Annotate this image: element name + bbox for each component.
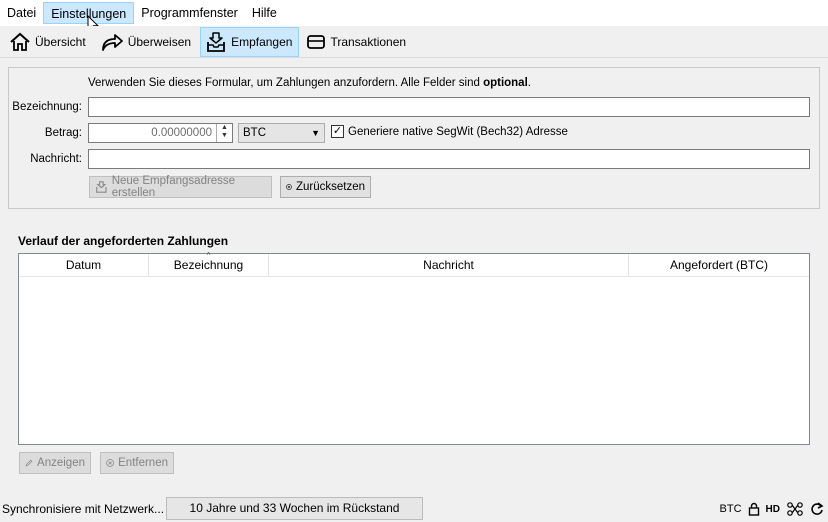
tab-send-label: Überweisen [127, 34, 192, 49]
label-field-label: Bezeichnung: [12, 101, 82, 113]
tab-overview-label: Übersicht [35, 34, 86, 49]
hd-indicator: HD [765, 503, 780, 515]
menu-datei[interactable]: Datei [0, 2, 43, 24]
unit-indicator[interactable]: BTC [720, 503, 742, 515]
form-hint: Verwenden Sie dieses Formular, um Zahlun… [88, 77, 531, 89]
tab-send[interactable]: Überweisen [95, 27, 198, 57]
reset-button[interactable]: Zurücksetzen [280, 176, 371, 198]
status-icons: BTC HD [720, 501, 824, 517]
card-icon [307, 34, 326, 49]
menu-hilfe[interactable]: Hilfe [245, 2, 284, 24]
tab-receive[interactable]: Empfangen [200, 26, 300, 57]
sync-status: Synchronisiere mit Netzwerk... [2, 502, 165, 516]
column-header-amount[interactable]: Angefordert (BTC) [629, 254, 809, 277]
tab-receive-label: Empfangen [231, 34, 293, 49]
send-arrow-icon [101, 33, 123, 51]
sync-icon [811, 502, 824, 515]
segwit-label: Generiere native SegWit (Bech32) Adresse [348, 125, 568, 138]
history-table[interactable]: Datum ^ Bezeichnung Nachricht Angeforder… [18, 251, 810, 445]
tab-transactions[interactable]: Transaktionen [301, 27, 413, 57]
inbox-download-icon [207, 31, 225, 52]
tab-transactions-label: Transaktionen [330, 34, 407, 49]
show-button-label: Anzeigen [37, 457, 85, 469]
inbox-download-icon [96, 181, 107, 193]
pencil-icon [25, 459, 33, 467]
remove-button[interactable]: Entfernen [100, 452, 174, 474]
new-address-button-label: Neue Empfangsadresse erstellen [111, 175, 236, 199]
show-button[interactable]: Anzeigen [19, 452, 91, 474]
message-label: Nachricht: [30, 153, 82, 165]
new-address-button[interactable]: Neue Empfangsadresse erstellen [89, 175, 272, 199]
reset-button-label: Zurücksetzen [295, 181, 365, 193]
amount-value: 0.00000000 [151, 127, 212, 139]
request-form: Verwenden Sie dieses Formular, um Zahlun… [8, 67, 820, 209]
amount-stepper[interactable]: ▲ ▼ [216, 124, 232, 142]
x-circle-icon [106, 459, 114, 467]
remove-button-label: Entfernen [118, 457, 168, 469]
table-header: Datum ^ Bezeichnung Nachricht Angeforder… [19, 251, 809, 277]
sync-progress-bar: 10 Jahre und 33 Wochen im Rückstand [166, 497, 423, 520]
menu-bar: Datei Einstellungen Programmfenster Hilf… [0, 0, 828, 26]
sort-indicator-icon: ^ [206, 251, 211, 260]
amount-spinbox[interactable]: 0.00000000 ▲ ▼ [88, 123, 233, 143]
main-toolbar: Übersicht Überweisen Empfangen Transakti… [0, 26, 828, 58]
tab-overview[interactable]: Übersicht [4, 27, 93, 57]
unit-select-value: BTC [243, 127, 266, 139]
unit-select[interactable]: BTC ▼ [238, 123, 325, 143]
column-header-message[interactable]: Nachricht [269, 254, 629, 277]
form-hint-bold: optional [483, 77, 528, 89]
label-input[interactable] [88, 97, 810, 117]
network-icon[interactable] [786, 501, 804, 517]
lock-icon [748, 502, 759, 516]
x-circle-icon [286, 184, 292, 190]
column-header-label[interactable]: ^ Bezeichnung [149, 251, 269, 277]
amount-label: Betrag: [44, 127, 82, 139]
chevron-down-icon: ▼ [311, 128, 320, 138]
segwit-checkbox[interactable]: ✓ [331, 125, 344, 138]
home-icon [10, 32, 30, 51]
column-header-date[interactable]: Datum [19, 254, 149, 277]
form-hint-text: Verwenden Sie dieses Formular, um Zahlun… [88, 77, 484, 89]
menu-programmfenster[interactable]: Programmfenster [134, 2, 245, 24]
form-hint-suffix: . [527, 77, 531, 89]
message-input[interactable] [88, 149, 810, 169]
segwit-option[interactable]: ✓ Generiere native SegWit (Bech32) Adres… [331, 125, 568, 138]
